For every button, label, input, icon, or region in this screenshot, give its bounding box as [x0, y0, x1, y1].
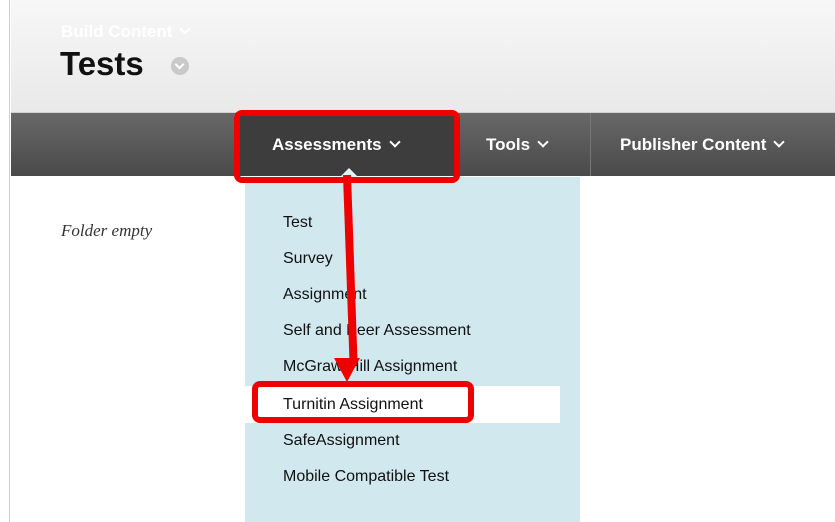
build-content-menu[interactable]: Build Content — [61, 0, 192, 63]
dropdown-item-mobile-compatible-test[interactable]: Mobile Compatible Test — [245, 458, 580, 495]
annotation-box-assessments — [234, 110, 460, 183]
page-left-border — [0, 0, 10, 522]
dropdown-item-survey[interactable]: Survey — [245, 240, 580, 277]
build-content-label: Build Content — [61, 21, 173, 41]
tools-menu[interactable]: Tools — [486, 113, 549, 176]
tools-label: Tools — [486, 134, 531, 154]
annotation-arrow-head-icon — [334, 358, 360, 382]
dropdown-item-mcgraw-hill-assignment[interactable]: McGraw-Hill Assignment — [245, 348, 580, 385]
publisher-content-menu[interactable]: Publisher Content — [620, 113, 786, 176]
toolbar-divider — [590, 113, 591, 176]
assessments-dropdown: Test Survey Assignment Self and Peer Ass… — [245, 177, 580, 522]
dropdown-item-self-peer-assessment[interactable]: Self and Peer Assessment — [245, 312, 580, 349]
chevron-down-icon — [179, 23, 192, 35]
dropdown-item-safeassignment[interactable]: SafeAssignment — [245, 422, 580, 459]
chevron-down-icon — [773, 136, 786, 148]
annotation-box-turnitin — [252, 381, 474, 423]
publisher-content-label: Publisher Content — [620, 134, 767, 154]
dropdown-item-assignment[interactable]: Assignment — [245, 276, 580, 313]
chevron-down-icon — [537, 136, 549, 148]
folder-empty-message: Folder empty — [61, 221, 153, 240]
dropdown-item-test[interactable]: Test — [245, 204, 580, 241]
